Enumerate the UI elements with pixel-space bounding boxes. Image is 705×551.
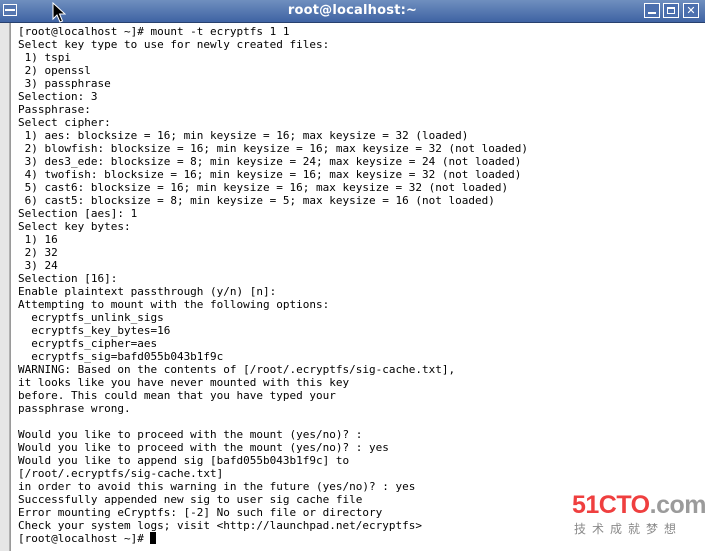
mouse-pointer-icon <box>52 2 66 23</box>
terminal-left-margin <box>0 23 10 551</box>
terminal-line: ecryptfs_unlink_sigs <box>18 311 164 324</box>
terminal-line: Passphrase: <box>18 103 91 116</box>
site-watermark: 51CTO.com 技术成就梦想 <box>572 491 705 546</box>
terminal-line: ecryptfs_key_bytes=16 <box>18 324 171 337</box>
terminal-line: it looks like you have never mounted wit… <box>18 376 350 389</box>
terminal-line: 4) twofish: blocksize = 16; min keysize … <box>18 168 522 181</box>
terminal-line: Error mounting eCryptfs: [-2] No such fi… <box>18 506 383 519</box>
terminal-line: 2) 32 <box>18 246 58 259</box>
terminal-prompt-line[interactable]: [root@localhost ~]# <box>18 532 528 545</box>
terminal-line: Selection: 3 <box>18 90 98 103</box>
terminal-line: Selection [aes]: 1 <box>18 207 138 220</box>
terminal-output[interactable]: [root@localhost ~]# mount -t ecryptfs 1 … <box>10 23 705 551</box>
terminal-line: passphrase wrong. <box>18 402 131 415</box>
watermark-subtitle: 技术成就梦想 <box>574 522 683 536</box>
window-title: root@localhost:~ <box>287 3 418 18</box>
terminal-line: WARNING: Based on the contents of [/root… <box>18 363 456 376</box>
terminal-line: [root@localhost ~]# mount -t ecryptfs 1 … <box>18 25 290 38</box>
watermark-logo: 51CTO.com <box>572 491 705 519</box>
terminal-text: [root@localhost ~]# mount -t ecryptfs 1 … <box>18 25 528 545</box>
terminal-line: 6) cast5: blocksize = 8; min keysize = 5… <box>18 194 495 207</box>
terminal-line: 3) des3_ede: blocksize = 8; min keysize … <box>18 155 522 168</box>
maximize-icon <box>667 7 675 14</box>
terminal-line: 3) passphrase <box>18 77 111 90</box>
terminal-line: Would you like to proceed with the mount… <box>18 441 389 454</box>
terminal-line: Would you like to append sig [bafd055b04… <box>18 454 350 467</box>
terminal-line: ecryptfs_sig=bafd055b043b1f9c <box>18 350 224 363</box>
terminal-line: Attempting to mount with the following o… <box>18 298 330 311</box>
terminal-line: ecryptfs_cipher=aes <box>18 337 158 350</box>
terminal-line: Select key bytes: <box>18 220 131 233</box>
terminal-line: 1) aes: blocksize = 16; min keysize = 16… <box>18 129 469 142</box>
terminal-line: 2) openssl <box>18 64 91 77</box>
close-icon: ✕ <box>686 4 696 17</box>
shell-prompt: [root@localhost ~]# <box>18 532 151 545</box>
window-titlebar[interactable]: root@localhost:~ ✕ <box>0 0 705 23</box>
minimize-icon <box>648 12 656 14</box>
terminal-line: Enable plaintext passthrough (y/n) [n]: <box>18 285 277 298</box>
terminal-line: Successfully appended new sig to user si… <box>18 493 363 506</box>
terminal-window: root@localhost:~ ✕ [root@localhost ~]# m… <box>0 0 705 551</box>
terminal-line: Select cipher: <box>18 116 111 129</box>
terminal-line: 5) cast6: blocksize = 16; min keysize = … <box>18 181 509 194</box>
minimize-button[interactable] <box>644 3 660 18</box>
text-cursor <box>150 532 157 544</box>
terminal-line: Select key type to use for newly created… <box>18 38 330 51</box>
terminal-line: in order to avoid this warning in the fu… <box>18 480 416 493</box>
terminal-line: 2) blowfish: blocksize = 16; min keysize… <box>18 142 528 155</box>
maximize-button[interactable] <box>663 3 679 18</box>
terminal-line: Would you like to proceed with the mount… <box>18 428 363 441</box>
terminal-line: 1) 16 <box>18 233 58 246</box>
terminal-line: 1) tspi <box>18 51 71 64</box>
terminal-line: 3) 24 <box>18 259 58 272</box>
terminal-line: Selection [16]: <box>18 272 118 285</box>
terminal-line: [/root/.ecryptfs/sig-cache.txt] <box>18 467 224 480</box>
terminal-line: before. This could mean that you have ty… <box>18 389 336 402</box>
close-button[interactable]: ✕ <box>683 3 699 18</box>
terminal-line: Check your system logs; visit <http://la… <box>18 519 422 532</box>
